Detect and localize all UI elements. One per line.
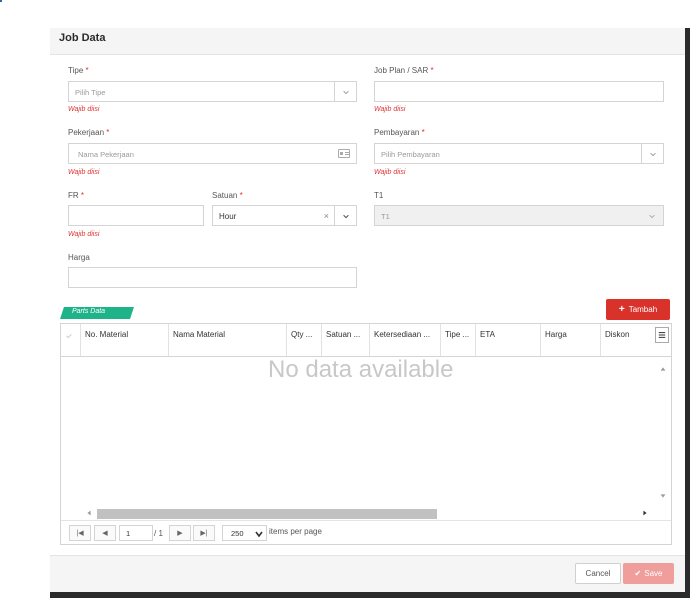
col-tipe[interactable]: Tipe ... [441, 324, 476, 356]
add-part-button[interactable]: + Tambah [606, 299, 670, 320]
modal-header: Job Data [50, 28, 685, 55]
job-plan-error: Wajib diisi [374, 106, 406, 113]
pekerjaan-input[interactable]: Nama Pekerjaan [68, 143, 357, 164]
tipe-label: Tipe * [68, 66, 89, 75]
vertical-scrollbar[interactable] [656, 358, 671, 506]
harga-label: Harga [68, 253, 90, 262]
fr-error: Wajib diisi [68, 231, 100, 238]
first-page-icon[interactable]: |◀ [69, 525, 91, 541]
pembayaran-label: Pembayaran * [374, 128, 425, 137]
parts-data-tag-label: Parts Data [72, 308, 106, 315]
pager: |◀ ◀ 1 / 1 ▶ ▶| 250 items per page [61, 520, 671, 544]
t1-select: T1 [374, 205, 664, 226]
chevron-down-icon[interactable] [641, 144, 663, 163]
pekerjaan-error: Wajib diisi [68, 169, 100, 176]
tipe-error: Wajib diisi [68, 106, 100, 113]
pembayaran-error: Wajib diisi [374, 169, 406, 176]
corner-dot [0, 0, 2, 2]
grid-header: No. Material Nama Material Qty ... Satua… [61, 324, 671, 357]
harga-input[interactable] [68, 267, 357, 288]
scroll-right-icon [643, 510, 647, 516]
clear-icon[interactable]: × [324, 211, 329, 221]
job-plan-label: Job Plan / SAR * [374, 66, 434, 75]
page-size-select[interactable]: 250 [222, 525, 267, 541]
col-satuan[interactable]: Satuan ... [322, 324, 370, 356]
last-page-icon[interactable]: ▶| [193, 525, 215, 541]
parts-grid: No. Material Nama Material Qty ... Satua… [60, 323, 672, 545]
fr-label: FR * [68, 191, 85, 200]
plus-icon: + [618, 304, 625, 315]
page-count: / 1 [154, 529, 163, 538]
col-ketersediaan[interactable]: Ketersediaan ... [370, 324, 441, 356]
col-eta[interactable]: ETA [476, 324, 541, 356]
scroll-down-icon [660, 494, 666, 498]
empty-state-text: No data available [268, 356, 454, 383]
chevron-down-icon [255, 531, 263, 538]
t1-label: T1 [374, 191, 384, 200]
pembayaran-select[interactable]: Pilih Pembayaran [374, 143, 664, 164]
column-menu-icon[interactable] [655, 327, 669, 343]
page-number-input[interactable]: 1 [119, 525, 153, 541]
col-nama-material[interactable]: Nama Material [169, 324, 287, 356]
job-plan-input[interactable] [374, 81, 664, 102]
modal-title: Job Data [59, 32, 106, 44]
chevron-down-icon[interactable] [334, 82, 356, 101]
fr-input[interactable] [68, 205, 204, 226]
col-harga[interactable]: Harga [541, 324, 601, 356]
satuan-select[interactable]: Hour × [212, 205, 357, 226]
col-qty[interactable]: Qty ... [287, 324, 322, 356]
select-all-checkbox[interactable] [61, 324, 81, 356]
id-card-icon [338, 149, 350, 158]
scroll-up-icon [660, 367, 666, 371]
scroll-left-icon [87, 510, 91, 516]
satuan-label: Satuan * [212, 191, 243, 200]
prev-page-icon[interactable]: ◀ [94, 525, 116, 541]
next-page-icon[interactable]: ▶ [169, 525, 191, 541]
chevron-down-icon[interactable] [334, 206, 356, 225]
horizontal-scroll-thumb[interactable] [97, 509, 437, 519]
col-no-material[interactable]: No. Material [81, 324, 169, 356]
tipe-select[interactable]: Pilih Tipe [68, 81, 357, 102]
page-size-label: items per page [269, 527, 322, 536]
chevron-down-icon [641, 206, 663, 225]
horizontal-scrollbar[interactable] [81, 506, 656, 520]
pekerjaan-label: Pekerjaan * [68, 128, 110, 137]
col-diskon[interactable]: Diskon [601, 324, 653, 356]
